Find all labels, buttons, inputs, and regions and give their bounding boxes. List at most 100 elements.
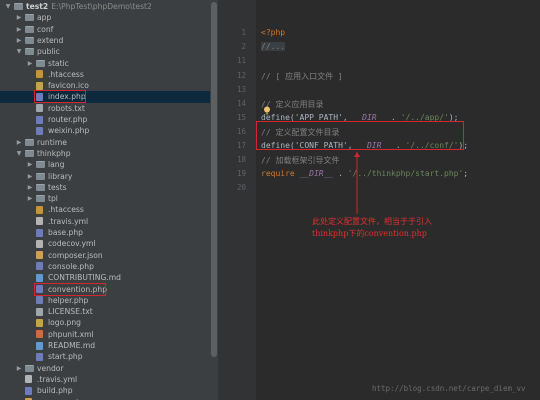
code-token: '/../thinkphp/start.php' xyxy=(347,169,464,178)
code-token: //... xyxy=(261,42,286,51)
folder-icon xyxy=(25,48,34,56)
tree-item-label: LICENSE.txt xyxy=(48,307,93,317)
line-number: 14 xyxy=(236,99,246,108)
tree-folder-tpl[interactable]: ▶ tpl xyxy=(0,193,210,204)
chevron-down-icon[interactable]: ▼ xyxy=(15,46,23,57)
tree-file-index-php[interactable]: index.php xyxy=(0,91,210,103)
folder-icon xyxy=(36,195,45,203)
tree-file-router-php[interactable]: router.php xyxy=(0,114,210,125)
code-line[interactable]: <?php xyxy=(261,28,285,37)
code-editor[interactable]: <?php//...// [ 应用入口文件 ]// 定义应用目录 define('… xyxy=(256,0,540,400)
tree-file-helper-php[interactable]: helper.php xyxy=(0,295,210,306)
chevron-right-icon[interactable]: ▶ xyxy=(26,58,34,69)
tree-item-label: README.md xyxy=(48,341,96,350)
code-token: . xyxy=(333,169,348,178)
tree-item-label: tests xyxy=(48,182,67,192)
tree-file-console-php[interactable]: console.php xyxy=(0,261,210,272)
tree-item-label: .htaccess xyxy=(48,205,84,215)
tree-folder-vendor[interactable]: ▶ vendor xyxy=(0,363,210,374)
chevron-right-icon[interactable]: ▶ xyxy=(15,137,23,148)
line-number-gutter: 1 2 11 12 13 14 15 16 17 18 19 20 xyxy=(218,0,256,400)
chevron-right-icon[interactable]: ▶ xyxy=(15,24,23,35)
tree-item-label: codecov.yml xyxy=(48,239,96,249)
tree-file--htaccess[interactable]: .htaccess xyxy=(0,204,210,215)
tree-item-label: .travis.yml xyxy=(37,374,78,384)
line-number: 13 xyxy=(236,85,246,94)
code-line[interactable]: require __DIR__ . '/../thinkphp/start.ph… xyxy=(261,169,468,178)
tree-file-favicon-ico[interactable]: favicon.ico xyxy=(0,80,210,91)
ht-file-icon xyxy=(36,70,43,79)
tree-item-label: console.php xyxy=(48,261,94,271)
line-number: 20 xyxy=(236,183,246,192)
tree-item-label: .htaccess xyxy=(48,69,84,79)
tree-item-label: test2 E:\PhpTest\phpDemo\test2 xyxy=(26,2,152,11)
tree-file-build-php[interactable]: build.php xyxy=(0,385,210,396)
tree-file-phpunit-xml[interactable]: phpunit.xml xyxy=(0,329,210,340)
tree-item-label: runtime xyxy=(37,137,67,147)
yml-file-icon xyxy=(36,217,43,226)
tree-file-readme-md[interactable]: README.md xyxy=(0,340,210,351)
tree-file-robots-txt[interactable]: robots.txt xyxy=(0,103,210,114)
tree-folder-app[interactable]: ▶ app xyxy=(0,12,210,23)
tree-file-base-php[interactable]: base.php xyxy=(0,227,210,238)
tree-file-logo-png[interactable]: logo.png xyxy=(0,317,210,328)
tree-item-label: router.php xyxy=(48,115,88,124)
chevron-right-icon[interactable]: ▶ xyxy=(26,182,34,193)
folder-icon xyxy=(14,3,23,10)
yml-file-icon xyxy=(25,375,32,384)
tree-folder-public[interactable]: ▼ public xyxy=(0,46,210,57)
code-line[interactable]: // [ 应用入口文件 ] xyxy=(261,71,343,82)
tree-item-label: weixin.php xyxy=(48,126,90,136)
tree-folder-lang[interactable]: ▶ lang xyxy=(0,159,210,170)
chevron-down-icon[interactable]: ▼ xyxy=(4,1,12,12)
folder-icon xyxy=(25,149,34,157)
tree-item-label: extend xyxy=(37,35,64,45)
folder-icon xyxy=(25,25,34,33)
php-file-icon xyxy=(36,262,43,271)
lightbulb-icon[interactable] xyxy=(263,106,271,115)
folder-icon xyxy=(36,183,45,191)
tree-item-label: robots.txt xyxy=(48,103,85,113)
chevron-down-icon[interactable]: ▼ xyxy=(15,148,23,159)
tree-file--travis-yml[interactable]: .travis.yml xyxy=(0,374,210,385)
php-file-icon xyxy=(36,352,43,361)
tree-item-label: logo.png xyxy=(48,318,81,328)
chevron-right-icon[interactable]: ▶ xyxy=(26,159,34,170)
tree-folder-thinkphp[interactable]: ▼ thinkphp xyxy=(0,148,210,159)
chevron-right-icon[interactable]: ▶ xyxy=(15,12,23,23)
tree-file--htaccess[interactable]: .htaccess xyxy=(0,69,210,80)
tree-scrollbar[interactable] xyxy=(210,0,218,400)
chevron-right-icon[interactable]: ▶ xyxy=(26,193,34,204)
code-line[interactable]: //... xyxy=(261,42,286,51)
tree-file-composer-json[interactable]: composer.json xyxy=(0,250,210,261)
tree-folder-extend[interactable]: ▶ extend xyxy=(0,35,210,46)
highlight-box-conf-path xyxy=(256,121,464,150)
code-token: require xyxy=(261,169,300,178)
tree-item-label: .travis.yml xyxy=(48,216,89,226)
code-line[interactable]: // 加载框架引导文件 xyxy=(261,155,339,166)
tree-scrollbar-thumb[interactable] xyxy=(211,2,217,357)
tree-folder-test2[interactable]: ▼ test2 E:\PhpTest\phpDemo\test2 xyxy=(0,1,210,12)
tree-file-start-php[interactable]: start.php xyxy=(0,351,210,362)
chevron-right-icon[interactable]: ▶ xyxy=(26,171,34,182)
code-token: ; xyxy=(463,169,469,178)
tree-file-license-txt[interactable]: LICENSE.txt xyxy=(0,306,210,317)
folder-icon xyxy=(25,138,34,146)
yml-file-icon xyxy=(36,239,43,248)
txt-file-icon xyxy=(36,307,43,316)
chevron-right-icon[interactable]: ▶ xyxy=(15,363,23,374)
tree-item-label: conf xyxy=(37,24,54,34)
tree-folder-conf[interactable]: ▶ conf xyxy=(0,24,210,35)
tree-folder-static[interactable]: ▶ static xyxy=(0,58,210,69)
tree-file-composer-json[interactable]: composer.json xyxy=(0,397,210,400)
tree-folder-library[interactable]: ▶ library xyxy=(0,171,210,182)
tree-file-codecov-yml[interactable]: codecov.yml xyxy=(0,238,210,249)
tree-item-label: helper.php xyxy=(48,295,89,305)
project-tree: ▼ test2 E:\PhpTest\phpDemo\test2 ▶ app ▶ conf ▶… xyxy=(0,0,210,400)
txt-file-icon xyxy=(36,104,43,113)
tree-folder-runtime[interactable]: ▶ runtime xyxy=(0,137,210,148)
chevron-right-icon[interactable]: ▶ xyxy=(15,35,23,46)
tree-folder-tests[interactable]: ▶ tests xyxy=(0,182,210,193)
tree-file--travis-yml[interactable]: .travis.yml xyxy=(0,216,210,227)
tree-file-weixin-php[interactable]: weixin.php xyxy=(0,125,210,136)
